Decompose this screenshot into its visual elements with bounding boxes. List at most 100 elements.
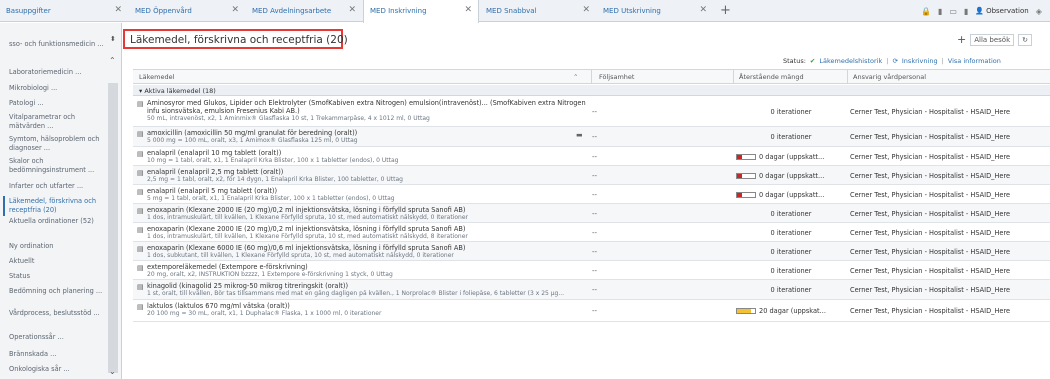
sidebar-item-bedomning[interactable]: Bedömning och planering ... xyxy=(9,287,104,296)
pin-icon[interactable]: ⬍ xyxy=(110,35,116,43)
sidebar-item-vitalparametrar[interactable]: Vitalparametrar och mätvärden ... xyxy=(9,113,104,130)
prescription-icon: ▤ xyxy=(137,207,144,215)
medication-name[interactable]: enalapril (enalapril 10 mg tablett (oral… xyxy=(147,149,587,157)
table-row[interactable]: ▤ kinagolid (kinagolid 25 mikrog-50 mikro… xyxy=(133,280,1050,300)
pin-icon[interactable]: ▮ xyxy=(964,7,968,16)
sidebar-item-skalor[interactable]: Skalor och bedömningsinstrument ... xyxy=(9,157,104,174)
chevron-up-icon[interactable]: ⌃ xyxy=(109,56,116,65)
close-icon[interactable]: ✕ xyxy=(231,5,239,15)
prescription-icon: ▤ xyxy=(137,245,144,253)
medication-name[interactable]: enoxaparin (Klexane 2000 IE (20 mg)/0,2 … xyxy=(147,206,587,214)
medication-detail: 10 mg = 1 tabl, oralt, x1, 1 Enalapril K… xyxy=(147,157,399,164)
show-info-link[interactable]: Visa information xyxy=(948,57,1001,65)
sort-up-icon[interactable]: ⌃ xyxy=(573,73,578,81)
sidebar-item-lakemedel[interactable]: Läkemedel, förskrivna och receptfria (20… xyxy=(9,197,104,214)
sidebar-scrollbar[interactable] xyxy=(108,83,118,373)
sidebar-item-brannskada[interactable]: Brännskada ... xyxy=(9,350,104,359)
table-row[interactable]: ▤ Aminosyror med Glukos, Lipider och Elek… xyxy=(133,97,1050,127)
sidebar-item-mikrobiologi[interactable]: Mikrobiologi ... xyxy=(9,84,104,93)
close-icon[interactable]: ✕ xyxy=(114,5,122,15)
sidebar-item-aktuellt[interactable]: Aktuellt xyxy=(9,257,104,266)
refresh-icon[interactable]: ↻ xyxy=(1018,33,1033,46)
medication-name[interactable]: laktulos (laktulos 670 mg/ml vätska (ora… xyxy=(147,302,587,310)
pin-icon[interactable]: ▮ xyxy=(938,7,942,16)
remaining-amount: 0 iterationer xyxy=(736,229,846,237)
chevron-down-icon[interactable]: ⌄ xyxy=(109,367,116,376)
add-icon[interactable]: + xyxy=(957,33,966,46)
remaining-text: 0 iterationer xyxy=(770,248,812,256)
sidebar-item-laboratoriemedicin[interactable]: Laboratoriemedicin ... xyxy=(9,68,104,77)
remaining-bar-fill xyxy=(737,174,743,178)
close-icon[interactable]: ✕ xyxy=(582,5,590,15)
sidebar-item-vardprocess[interactable]: Vårdprocess, beslutsstöd ... xyxy=(9,309,104,318)
medication-name[interactable]: extemporeläkemedel (Extempore e-förskriv… xyxy=(147,263,587,271)
table-row[interactable]: ▤ enalapril (enalapril 10 mg tablett (ora… xyxy=(133,147,1050,166)
divider xyxy=(733,70,734,84)
responsible-clinician: Cerner Test, Physician - Hospitalist - H… xyxy=(850,153,1011,161)
tab-basuppgifter[interactable]: Basuppgifter ✕ xyxy=(0,0,128,22)
medication-name[interactable]: amoxicillin (amoxicillin 50 mg/ml granul… xyxy=(147,129,587,137)
tab-med-oppenvard[interactable]: MED Öppenvård ✕ xyxy=(129,0,245,22)
column-header-medication[interactable]: Läkemedel ⌃ xyxy=(133,70,593,84)
table-row[interactable]: ▤ enoxaparin (Klexane 2000 IE (20 mg)/0,2… xyxy=(133,204,1050,223)
group-label: Aktiva läkemedel (18) xyxy=(144,87,216,95)
column-header-adherence[interactable]: Följsamhet xyxy=(593,70,733,84)
lock-icon[interactable]: 🔒 xyxy=(921,7,931,16)
table-row[interactable]: ▤ amoxicillin (amoxicillin 50 mg/ml granu… xyxy=(133,127,1050,147)
tab-med-avdelningsarbete[interactable]: MED Avdelningsarbete ✕ xyxy=(246,0,362,22)
sidebar-item-onkologiska-sar[interactable]: Onkologiska sår ... xyxy=(9,365,104,374)
person-icon: 👤 xyxy=(975,7,985,15)
medication-name[interactable]: enalapril (enalapril 5 mg tablett (oralt… xyxy=(147,187,587,195)
remaining-bar xyxy=(736,154,756,160)
table-row[interactable]: ▤ laktulos (laktulos 670 mg/ml vätska (or… xyxy=(133,300,1050,322)
all-visits-dropdown[interactable]: Alla besök xyxy=(970,33,1015,46)
responsible-clinician: Cerner Test, Physician - Hospitalist - H… xyxy=(850,248,1011,256)
sidebar-item-status[interactable]: Status xyxy=(9,272,104,281)
table-row[interactable]: ▤ enalapril (enalapril 5 mg tablett (oral… xyxy=(133,185,1050,204)
sidebar-item-patologi[interactable]: Patologi ... xyxy=(9,99,104,108)
sync-icon: ⟳ xyxy=(892,57,898,65)
comment-icon[interactable]: ▬ xyxy=(576,131,583,139)
sidebar-item-aktuella-ordinationer[interactable]: Aktuella ordinationer (52) xyxy=(9,217,104,226)
adherence-value: -- xyxy=(592,286,598,294)
table-row[interactable]: ▤ extemporeläkemedel (Extempore e-förskri… xyxy=(133,261,1050,280)
sidebar-item-funktionsmedicin[interactable]: sso- och funktionsmedicin ... xyxy=(9,40,104,49)
divider: | xyxy=(941,57,944,65)
column-header-responsible[interactable]: Ansvarig vårdpersonal xyxy=(847,70,1050,84)
history-link[interactable]: Läkemedelshistorik xyxy=(819,57,882,65)
observation-button[interactable]: 👤 Observation xyxy=(975,7,1028,15)
column-header-remaining[interactable]: Återstående mängd xyxy=(733,70,847,84)
tab-med-snabbval[interactable]: MED Snabbval ✕ xyxy=(480,0,596,22)
table-row[interactable]: ▤ enoxaparin (Klexane 6000 IE (60 mg)/0,6… xyxy=(133,242,1050,261)
tag-icon[interactable]: ◈ xyxy=(1036,7,1042,16)
close-icon[interactable]: ✕ xyxy=(464,5,472,15)
tab-med-inskrivning[interactable]: MED Inskrivning ✕ xyxy=(363,0,479,23)
table-row[interactable]: ▤ enoxaparin (Klexane 2000 IE (20 mg)/0,2… xyxy=(133,223,1050,242)
close-icon[interactable]: ✕ xyxy=(348,5,356,15)
medication-name[interactable]: enoxaparin (Klexane 6000 IE (60 mg)/0,6 … xyxy=(147,244,587,252)
tab-bar: Basuppgifter ✕ MED Öppenvård ✕ MED Avdel… xyxy=(0,0,1050,23)
responsible-clinician: Cerner Test, Physician - Hospitalist - H… xyxy=(850,267,1011,275)
sidebar-item-operationssar[interactable]: Operationssår ... xyxy=(9,333,104,342)
tab-med-utskrivning[interactable]: MED Utskrivning ✕ xyxy=(597,0,713,22)
medication-name[interactable]: Aminosyror med Glukos, Lipider och Elekt… xyxy=(147,99,587,115)
medication-name[interactable]: kinagolid (kinagolid 25 mikrog-50 mikrog… xyxy=(147,282,587,290)
main-content: Läkemedel, förskrivna och receptfria (20… xyxy=(123,23,1050,379)
medication-name[interactable]: enoxaparin (Klexane 2000 IE (20 mg)/0,2 … xyxy=(147,225,587,233)
group-header-active-meds[interactable]: ▾ Aktiva läkemedel (18) xyxy=(133,85,1050,96)
medication-name[interactable]: enalapril (enalapril 2,5 mg tablett (ora… xyxy=(147,168,587,176)
sidebar-item-symtom[interactable]: Symtom, hälsoproblem och diagnoser ... xyxy=(9,135,104,152)
chevron-down-icon: ▾ xyxy=(139,87,143,95)
adherence-value: -- xyxy=(592,108,598,116)
prescription-icon: ▤ xyxy=(137,264,144,272)
close-icon[interactable]: ✕ xyxy=(699,5,707,15)
print-icon[interactable]: ▭ xyxy=(949,7,957,16)
medication-detail: 1 dos, intramuskulärt, till kvällen, 1 K… xyxy=(147,214,468,221)
sidebar-item-infarter[interactable]: Infarter och utfarter ... xyxy=(9,182,104,191)
table-row[interactable]: ▤ enalapril (enalapril 2,5 mg tablett (or… xyxy=(133,166,1050,185)
sidebar-item-ny-ordination[interactable]: Ny ordination xyxy=(9,242,104,251)
admission-link[interactable]: Inskrivning xyxy=(902,57,938,65)
add-tab-icon[interactable]: + xyxy=(720,3,731,18)
adherence-value: -- xyxy=(592,248,598,256)
tab-label: MED Avdelningsarbete xyxy=(252,7,332,15)
